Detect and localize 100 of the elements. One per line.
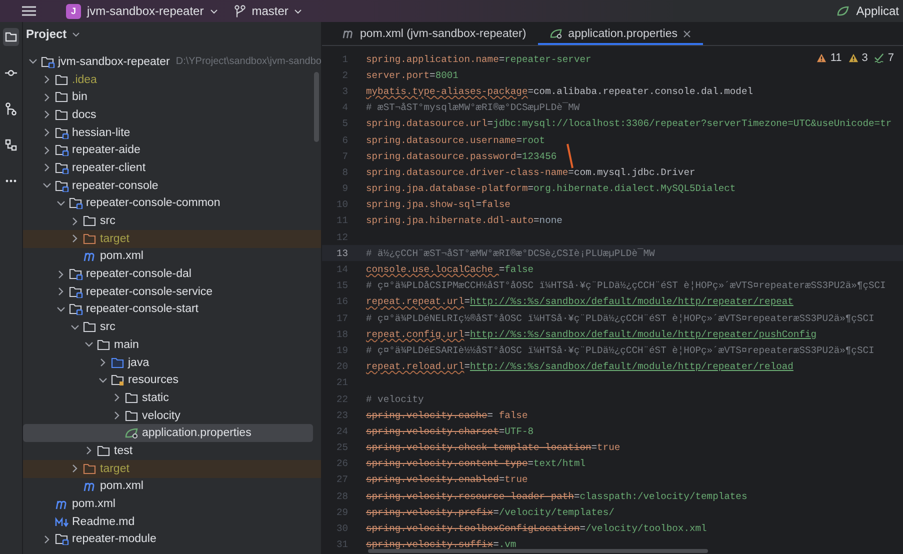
tree-item[interactable]: application.properties: [23, 424, 313, 442]
tree-item-label: pom.xml: [100, 480, 144, 492]
code-line: spring.velocity.suffix=.vm: [366, 539, 516, 550]
caret-icon[interactable]: [294, 8, 302, 14]
scrollbar[interactable]: [314, 72, 319, 142]
code-line: spring.velocity.prefix=/velocity/templates/: [366, 506, 614, 518]
chevron-icon[interactable]: [84, 342, 94, 348]
tree-item[interactable]: pom.xml: [23, 248, 313, 266]
tree-item[interactable]: pom.xml: [23, 478, 313, 496]
tree-item[interactable]: src: [23, 212, 313, 230]
tree-item[interactable]: velocity: [23, 406, 313, 424]
tree-item[interactable]: main: [23, 336, 313, 354]
tree-item-label: test: [114, 444, 133, 457]
editor-tab[interactable]: application.properties: [538, 22, 702, 45]
tree-item[interactable]: target: [23, 460, 321, 478]
chevron-icon[interactable]: [70, 324, 80, 330]
chevron-icon[interactable]: [44, 534, 50, 544]
tree-item[interactable]: repeater-console-start: [23, 300, 313, 318]
caret-icon[interactable]: [72, 32, 80, 36]
module-folder-icon: [55, 126, 69, 139]
tree-item[interactable]: repeater-console-common: [23, 194, 313, 212]
tree-item[interactable]: repeater-client: [23, 159, 313, 177]
chevron-icon[interactable]: [56, 200, 66, 206]
tree-item[interactable]: repeater-module: [23, 530, 313, 548]
module-folder-icon: [55, 144, 69, 156]
tree-item-label: src: [100, 321, 116, 334]
code-line: console.use.localCache =false: [366, 264, 534, 276]
code-line: spring.jpa.show-sql=false: [366, 199, 510, 210]
chevron-icon[interactable]: [56, 306, 66, 312]
tree-item[interactable]: hessian-lite: [23, 124, 313, 142]
tree-item-label: jvm-sandbox-repeater: [58, 56, 170, 68]
folder-icon[interactable]: [3, 28, 19, 46]
module-folder-icon: [55, 162, 69, 174]
inspection-count[interactable]: 7: [888, 52, 894, 64]
code-line: mybatis.type-aliases-package=com.alibaba.repeater.console.dal.model: [366, 86, 754, 97]
tree-item[interactable]: .idea: [23, 70, 313, 88]
chevron-icon[interactable]: [98, 377, 108, 384]
leaf-icon: [125, 427, 139, 440]
markdown-icon: [55, 516, 69, 528]
annotation-stroke: [566, 143, 574, 169]
code-line: spring.velocity.toolboxConfigLocation=/velocity/toolbox.xml: [366, 523, 707, 534]
panel-title[interactable]: Project: [26, 27, 67, 41]
code-line: spring.velocity.enabled=true: [366, 474, 528, 486]
module-folder-icon: [69, 268, 83, 280]
code-comment: # velocity: [366, 394, 424, 405]
code-line: repeat.config.url=http://%s:%s/sandbox/default/module/http/repeater/pushConfig: [366, 328, 817, 340]
module-folder-icon: [69, 286, 83, 298]
maven-icon: [83, 250, 97, 262]
project-name[interactable]: jvm-sandbox-repeater: [87, 4, 204, 18]
folder-icon: [55, 108, 69, 121]
tree-item[interactable]: pom.xml: [23, 495, 313, 513]
tree-item-label: velocity: [142, 410, 180, 422]
inspection-count[interactable]: 11: [830, 52, 842, 64]
tree-item-label: repeater-console-service: [86, 286, 213, 298]
tree-item[interactable]: target: [23, 230, 321, 248]
warning-icon: [848, 53, 859, 63]
project-path: D:\YProject\sandbox\jvm-sandbo: [176, 56, 322, 68]
tree-item[interactable]: docs: [23, 106, 313, 124]
tree-item-label: pom.xml: [100, 250, 144, 262]
chevron-icon[interactable]: [42, 182, 52, 189]
branch-name[interactable]: master: [252, 4, 288, 18]
folder-icon: [125, 410, 139, 422]
tree-item[interactable]: resources: [23, 371, 313, 390]
tree-item-label: resources: [128, 374, 178, 386]
tree-item[interactable]: test: [23, 442, 313, 460]
scrollbar[interactable]: [368, 549, 708, 553]
tree-item-label: repeater-module: [72, 533, 156, 546]
tree-item[interactable]: static: [23, 389, 313, 407]
tree-item[interactable]: repeater-aide: [23, 141, 313, 160]
tree-item[interactable]: bin: [23, 88, 313, 106]
tree-item[interactable]: repeater-console: [23, 176, 313, 194]
tree-item-label: repeater-console-dal: [86, 268, 192, 280]
folder-icon: [111, 374, 125, 386]
tree-item[interactable]: repeater-console-dal: [23, 265, 313, 283]
line-number: 13: [335, 248, 348, 259]
tree-item[interactable]: repeater-console-service: [23, 282, 313, 301]
close-icon[interactable]: [682, 30, 690, 38]
editor-tab[interactable]: pom.xml (jvm-sandbox-repeater): [330, 22, 538, 45]
chevron-icon[interactable]: [28, 58, 38, 65]
folder-icon: [97, 444, 111, 457]
tree-item[interactable]: Readme.md: [23, 512, 313, 531]
folder-icon: [125, 392, 139, 404]
folder-icon: [83, 462, 97, 475]
tree-item[interactable]: src: [23, 318, 313, 336]
code-line: server.port=8001: [366, 70, 458, 81]
tree-item[interactable]: java: [23, 354, 313, 372]
check-icon: [874, 53, 885, 63]
tree-item-label: target: [100, 232, 130, 245]
inspection-count[interactable]: 3: [862, 52, 868, 64]
tree-item-label: application.properties: [142, 427, 252, 440]
tree-item-label: repeater-client: [72, 162, 146, 174]
project-badge: J: [66, 4, 81, 18]
caret-icon[interactable]: [210, 8, 218, 14]
branch-icon[interactable]: [3, 100, 19, 118]
code-line: spring.datasource.username=root: [366, 134, 546, 146]
module-folder-icon: [55, 180, 69, 192]
maven-icon: [55, 498, 69, 510]
code-comment: # ä½¿çCCH¨æST¬åST°æMW°æRI®æ°DCSè¿CSIè¡PLUæµPLDè¯MW: [366, 248, 655, 259]
run-configuration[interactable]: Applicat: [856, 4, 899, 18]
menu-icon[interactable]: [22, 6, 36, 16]
